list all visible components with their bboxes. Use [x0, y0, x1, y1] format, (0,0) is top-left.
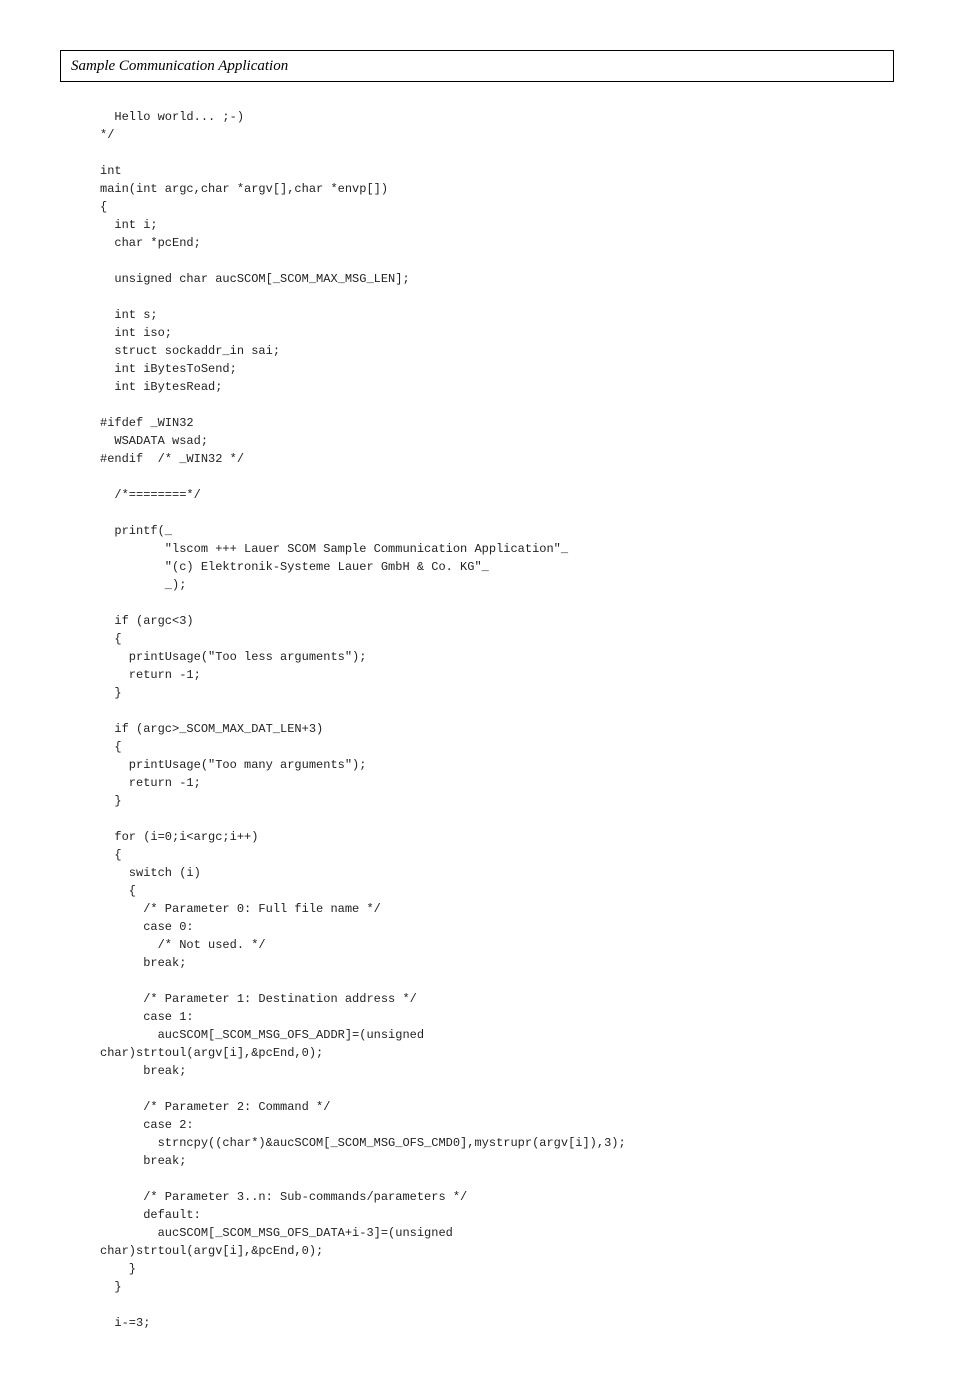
page-title: Sample Communication Application [71, 58, 288, 74]
page-container: Sample Communication Application Hello w… [0, 0, 954, 1392]
code-listing: Hello world... ;-) */ int main(int argc,… [100, 108, 894, 1332]
header-box: Sample Communication Application [60, 50, 894, 82]
